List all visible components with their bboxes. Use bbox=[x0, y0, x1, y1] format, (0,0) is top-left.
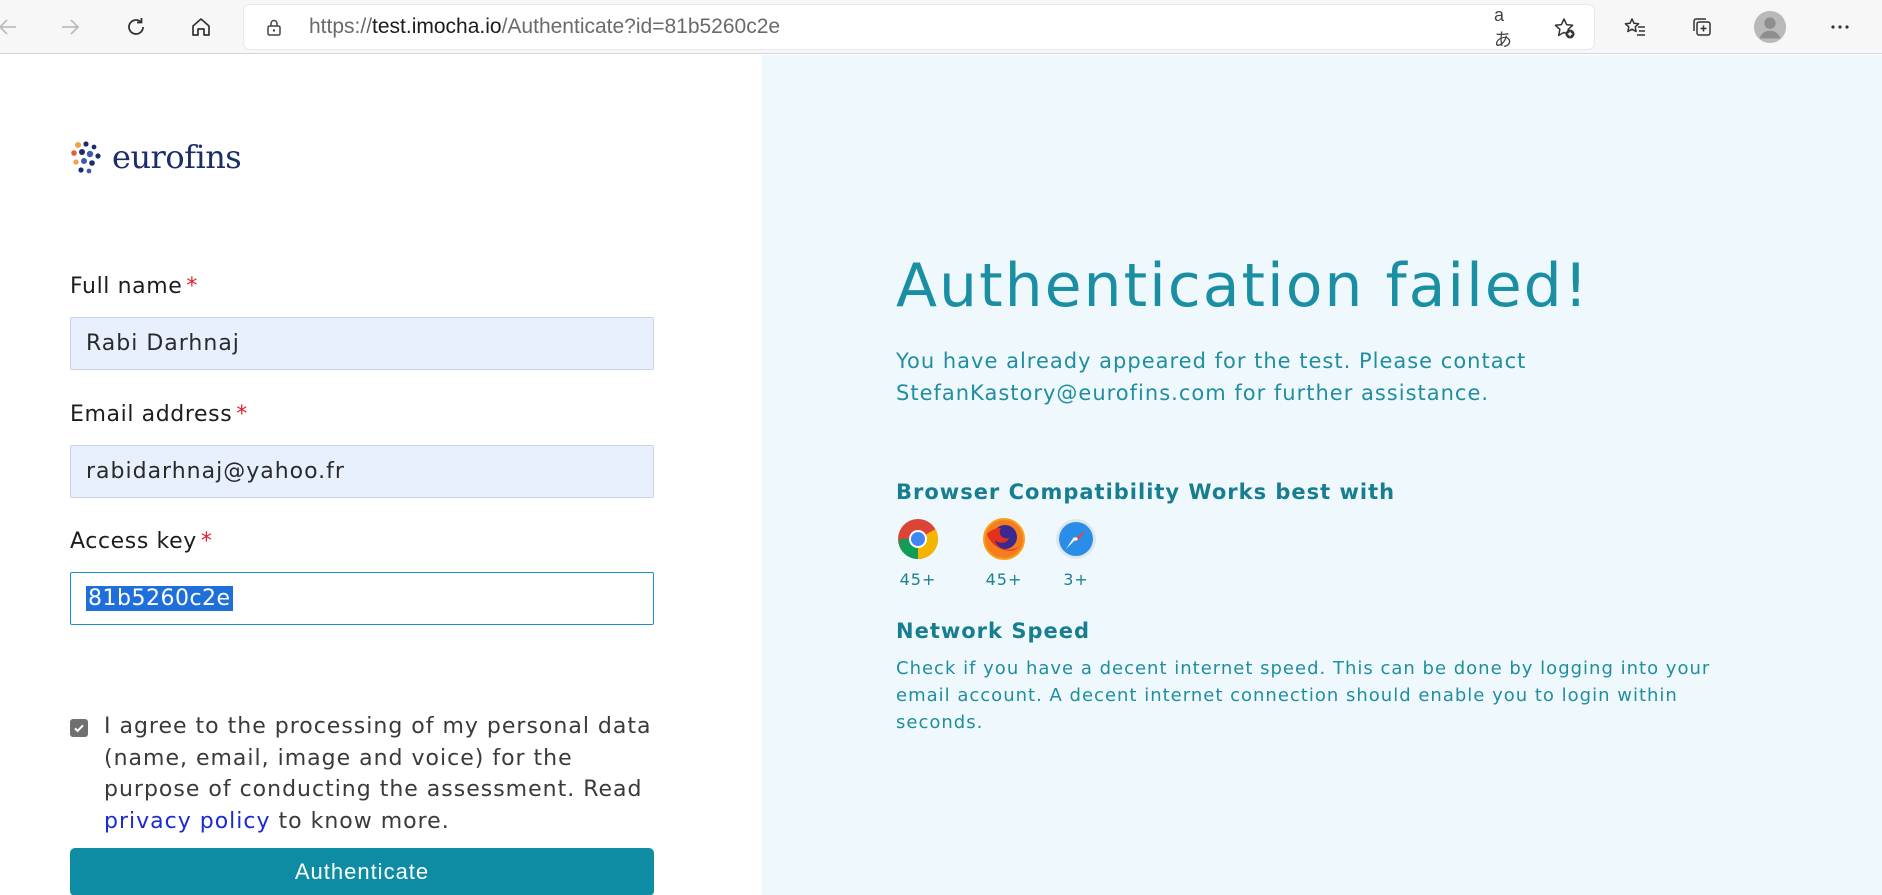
consent-text: I agree to the processing of my personal… bbox=[104, 711, 660, 837]
consent-row: I agree to the processing of my personal… bbox=[70, 711, 660, 837]
browser-compatibility-title: Browser Compatibility Works best with bbox=[896, 480, 1396, 504]
home-button[interactable] bbox=[183, 9, 219, 45]
consent-text-end: to know more. bbox=[270, 808, 450, 834]
access-key-value: 81b5260c2e bbox=[86, 586, 233, 611]
consent-text-start: I agree to the processing of my personal… bbox=[104, 714, 652, 802]
safari-version: 3+ bbox=[1063, 570, 1089, 589]
favorites-button[interactable] bbox=[1617, 9, 1653, 45]
full-name-label: Full name * bbox=[70, 274, 198, 299]
full-name-input[interactable]: Rabi Darhnaj bbox=[70, 317, 654, 370]
collections-icon bbox=[1693, 18, 1711, 36]
firefox-version: 45+ bbox=[985, 570, 1023, 589]
avatar-icon bbox=[1753, 10, 1787, 44]
browser-safari: 3+ bbox=[1040, 518, 1112, 589]
forward-button[interactable] bbox=[52, 9, 88, 45]
info-panel: Authentication failed! You have already … bbox=[762, 55, 1882, 895]
required-mark: * bbox=[186, 274, 199, 299]
access-key-label-text: Access key bbox=[70, 529, 197, 554]
refresh-button[interactable] bbox=[118, 9, 154, 45]
browser-chrome: 45+ bbox=[896, 518, 940, 589]
eurofins-logo: eurofins bbox=[70, 138, 242, 176]
url-text: https://test.imocha.io/Authenticate?id=8… bbox=[309, 5, 780, 49]
email-label: Email address * bbox=[70, 402, 248, 427]
email-value: rabidarhnaj@yahoo.fr bbox=[86, 459, 345, 484]
back-button[interactable] bbox=[0, 9, 26, 45]
network-speed-title: Network Speed bbox=[896, 619, 1090, 643]
authenticate-button[interactable]: Authenticate bbox=[70, 848, 654, 895]
chrome-version: 45+ bbox=[899, 570, 937, 589]
read-aloud-icon[interactable]: aあ bbox=[1494, 5, 1518, 50]
required-mark: * bbox=[236, 402, 248, 427]
login-panel: eurofins Full name * Rabi Darhnaj Email a… bbox=[0, 55, 762, 895]
more-options-icon bbox=[1831, 25, 1849, 29]
browser-list: 45+ 45+ 3+ bbox=[896, 518, 1112, 589]
brand-name: eurofins bbox=[112, 138, 242, 176]
access-key-label: Access key * bbox=[70, 529, 212, 554]
chrome-icon bbox=[898, 519, 938, 559]
star-add-icon bbox=[1554, 18, 1575, 39]
consent-checkbox[interactable] bbox=[70, 719, 88, 737]
url-prefix: https:// bbox=[309, 15, 373, 38]
email-input[interactable]: rabidarhnaj@yahoo.fr bbox=[70, 445, 654, 498]
lock-icon bbox=[267, 19, 281, 36]
browser-firefox: 45+ bbox=[968, 518, 1040, 589]
firefox-icon bbox=[983, 518, 1025, 560]
error-title: Authentication failed! bbox=[896, 251, 1590, 321]
access-key-input[interactable]: 81b5260c2e bbox=[70, 572, 654, 625]
network-speed-text: Check if you have a decent internet spee… bbox=[896, 658, 1711, 733]
collections-button[interactable] bbox=[1684, 9, 1720, 45]
error-message: You have already appeared for the test. … bbox=[896, 349, 1527, 405]
safari-icon bbox=[1056, 519, 1096, 559]
checkmark-icon bbox=[74, 724, 84, 733]
forward-arrow-icon bbox=[62, 19, 80, 35]
add-favorite-button[interactable] bbox=[1552, 16, 1576, 40]
url-host: test.imocha.io bbox=[372, 15, 502, 38]
email-label-text: Email address bbox=[70, 402, 233, 427]
url-path: /Authenticate?id=81b5260c2e bbox=[501, 15, 781, 38]
eurofins-dots-icon bbox=[71, 141, 101, 174]
back-arrow-icon bbox=[0, 19, 16, 35]
address-bar[interactable]: https://test.imocha.io/Authenticate?id=8… bbox=[244, 5, 1594, 50]
refresh-icon bbox=[128, 18, 144, 35]
profile-button[interactable] bbox=[1752, 9, 1788, 45]
full-name-label-text: Full name bbox=[70, 274, 183, 299]
browser-toolbar: https://test.imocha.io/Authenticate?id=8… bbox=[0, 0, 1882, 54]
home-icon bbox=[192, 18, 210, 36]
full-name-value: Rabi Darhnaj bbox=[86, 331, 240, 356]
required-mark: * bbox=[200, 529, 213, 554]
settings-menu-button[interactable] bbox=[1822, 9, 1858, 45]
privacy-policy-link[interactable]: privacy policy bbox=[104, 809, 271, 834]
favorites-list-icon bbox=[1624, 18, 1645, 36]
